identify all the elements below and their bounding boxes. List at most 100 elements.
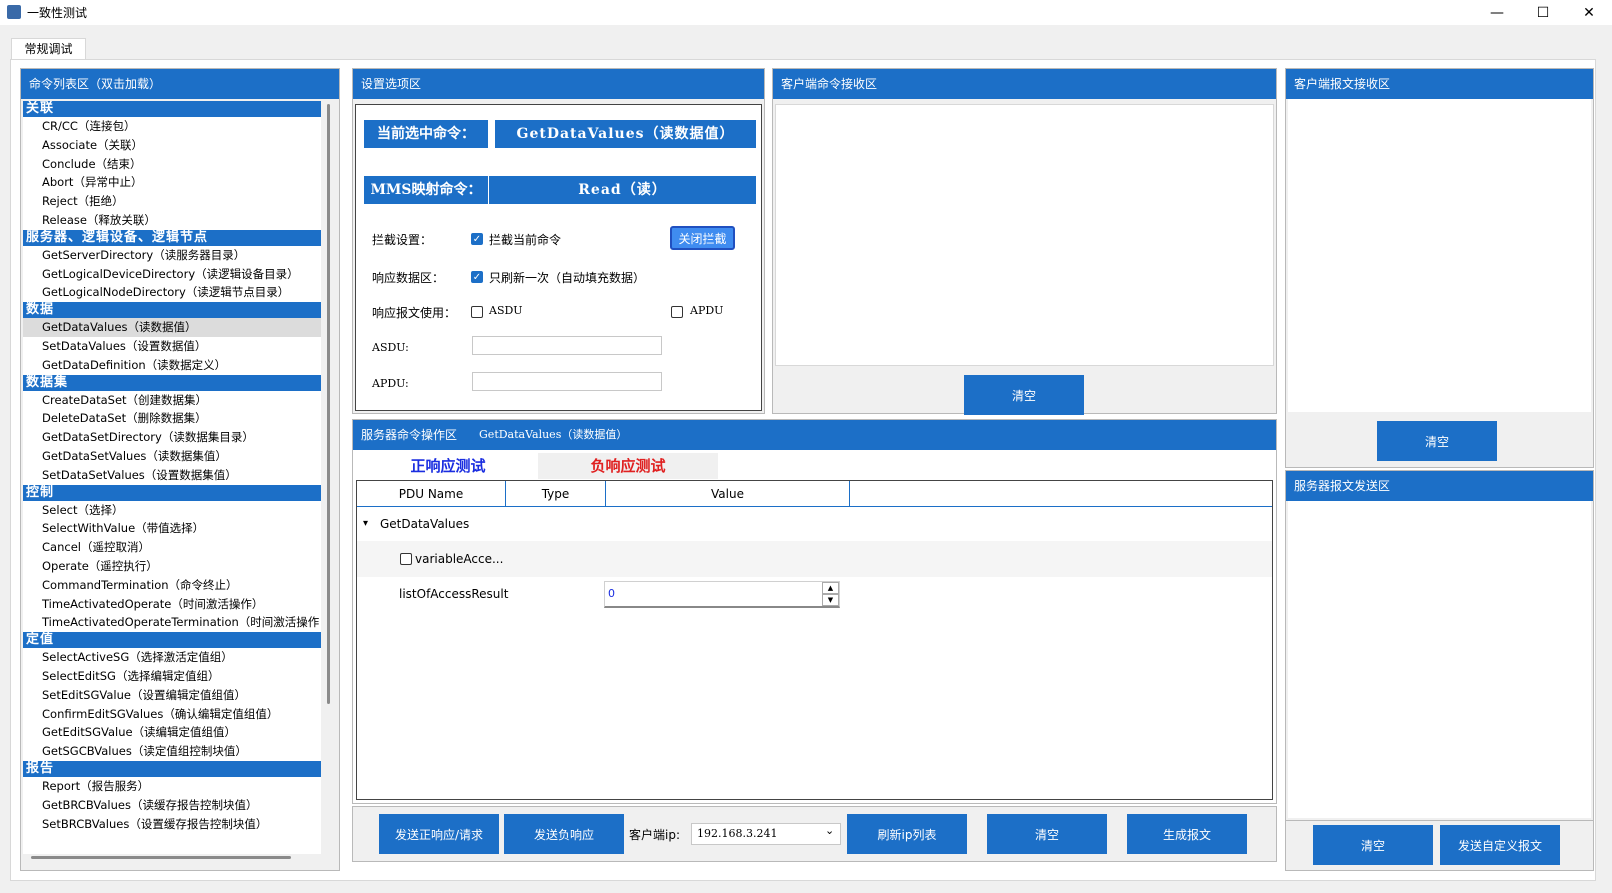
client-command-textarea[interactable] <box>775 104 1274 366</box>
command-list-item[interactable]: GetDataSetDirectory（读数据集目录） <box>23 428 321 447</box>
server-send-clear-button[interactable]: 清空 <box>1313 825 1433 865</box>
command-group-header: 服务器、逻辑设备、逻辑节点 <box>23 229 321 246</box>
asdu-checkbox-label: ASDU <box>489 304 523 317</box>
command-list-item[interactable]: SelectEditSG（选择编辑定值组） <box>23 667 321 686</box>
send-positive-response-button[interactable]: 发送正响应/请求 <box>379 814 499 854</box>
command-list-item[interactable]: DeleteDataSet（删除数据集） <box>23 409 321 428</box>
settings-title: 设置选项区 <box>353 69 764 99</box>
command-list-item[interactable]: Abort（异常中止） <box>23 173 321 192</box>
command-list-item[interactable]: TimeActivatedOperateTermination（时间激活操作 <box>23 613 321 632</box>
send-negative-response-button[interactable]: 发送负响应 <box>504 814 624 854</box>
command-list: 关联 CR/CC（连接包） Associate（关联） Conclude（结束） Abo… <box>23 101 321 854</box>
command-list-item[interactable]: GetLogicalDeviceDirectory（读逻辑设备目录） <box>23 265 321 284</box>
command-list-item[interactable]: SetEditSGValue（设置编辑定值组值） <box>23 686 321 705</box>
command-list-item[interactable]: Conclude（结束） <box>23 155 321 174</box>
command-list-item[interactable]: GetLogicalNodeDirectory（读逻辑节点目录） <box>23 283 321 302</box>
stepper-down-icon[interactable]: ▼ <box>822 594 839 606</box>
maximize-button[interactable]: ☐ <box>1520 0 1566 25</box>
client-message-textarea[interactable] <box>1288 99 1591 412</box>
command-list-item[interactable]: GetSGCBValues（读定值组控制块值） <box>23 742 321 761</box>
asdu-field-label: ASDU: <box>372 341 409 354</box>
command-list-item[interactable]: SetDataSetValues（设置数据集值） <box>23 466 321 485</box>
server-operation-button-bar: 发送正响应/请求 发送负响应 客户端ip: 192.168.3.241 ⌄ 刷新… <box>352 806 1277 862</box>
refresh-once-checkbox[interactable]: ✓ <box>471 271 483 283</box>
command-list-item[interactable]: TimeActivatedOperate（时间激活操作） <box>23 595 321 614</box>
command-list-item[interactable]: CreateDataSet（创建数据集） <box>23 391 321 410</box>
pdu-tree-table: PDU Name Type Value ▾ GetDataValues vari… <box>356 480 1273 800</box>
close-button[interactable]: ✕ <box>1566 0 1612 25</box>
command-list-item[interactable]: Associate（关联） <box>23 136 321 155</box>
command-list-item[interactable]: GetDataValues（读数据值） <box>23 318 321 337</box>
command-list-item[interactable]: SelectWithValue（带值选择） <box>23 519 321 538</box>
server-send-title: 服务器报文发送区 <box>1286 471 1593 501</box>
access-result-stepper[interactable] <box>604 581 840 608</box>
command-list-item[interactable]: CommandTermination（命令终止） <box>23 576 321 595</box>
apdu-checkbox[interactable] <box>671 306 683 318</box>
intercept-checkbox-label: 拦截当前命令 <box>489 233 562 247</box>
tab-positive-response[interactable]: 正响应测试 <box>358 453 538 479</box>
command-list-item[interactable]: GetDataSetValues（读数据集值） <box>23 447 321 466</box>
asdu-input[interactable] <box>472 336 662 355</box>
apdu-checkbox-label: APDU <box>690 304 724 317</box>
client-message-clear-button[interactable]: 清空 <box>1377 421 1497 461</box>
send-custom-message-button[interactable]: 发送自定义报文 <box>1440 825 1560 865</box>
column-value[interactable]: Value <box>606 481 850 507</box>
client-ip-value: 192.168.3.241 <box>697 827 778 840</box>
tab-general-debug[interactable]: 常规调试 <box>11 38 86 60</box>
vertical-scrollbar[interactable] <box>327 104 330 704</box>
command-group-header: 数据 <box>23 302 321 319</box>
tab-negative-response[interactable]: 负响应测试 <box>538 453 718 479</box>
command-list-item[interactable]: Operate（遥控执行） <box>23 557 321 576</box>
command-list-item[interactable]: Reject（拒绝） <box>23 192 321 211</box>
command-list-item[interactable]: GetServerDirectory（读服务器目录） <box>23 246 321 265</box>
command-list-item[interactable]: GetBRCBValues（读缓存报告控制块值） <box>23 796 321 815</box>
client-ip-label: 客户端ip: <box>629 828 680 842</box>
tree-root-getdatavalues[interactable]: GetDataValues <box>380 517 469 531</box>
command-list-item[interactable]: Release（释放关联） <box>23 211 321 230</box>
command-list-item[interactable]: Report（报告服务） <box>23 777 321 796</box>
generate-message-button[interactable]: 生成报文 <box>1127 814 1247 854</box>
stepper-up-icon[interactable]: ▲ <box>822 582 839 594</box>
access-result-value[interactable]: 0 <box>608 587 615 600</box>
horizontal-scrollbar[interactable] <box>31 856 291 859</box>
server-send-panel: 服务器报文发送区 清空 发送自定义报文 <box>1285 470 1594 871</box>
mms-command-label: MMS映射命令： <box>364 176 488 204</box>
title-bar <box>0 0 1612 25</box>
server-send-textarea[interactable] <box>1288 501 1591 818</box>
command-list-item[interactable]: ConfirmEditSGValues（确认编辑定值组值） <box>23 705 321 724</box>
command-list-item[interactable]: CR/CC（连接包） <box>23 117 321 136</box>
refresh-ip-list-button[interactable]: 刷新ip列表 <box>847 814 967 854</box>
command-list-item[interactable]: Select（选择） <box>23 501 321 520</box>
client-command-clear-button[interactable]: 清空 <box>964 375 1084 415</box>
column-type[interactable]: Type <box>506 481 606 507</box>
command-list-item[interactable]: SetBRCBValues（设置缓存报告控制块值） <box>23 815 321 834</box>
server-operation-panel: 服务器命令操作区 GetDataValues（读数据值） 正响应测试 负响应测试… <box>352 419 1277 804</box>
list-of-access-result-label: listOfAccessResult <box>399 587 509 601</box>
command-list-item[interactable]: Cancel（遥控取消） <box>23 538 321 557</box>
asdu-checkbox[interactable] <box>471 306 483 318</box>
variable-access-checkbox[interactable] <box>400 553 412 565</box>
tab-strip <box>0 25 1612 58</box>
command-list-item[interactable]: SelectActiveSG（选择激活定值组） <box>23 648 321 667</box>
expand-chevron-icon[interactable]: ▾ <box>363 518 368 529</box>
server-operation-clear-button[interactable]: 清空 <box>987 814 1107 854</box>
response-data-label: 响应数据区： <box>372 271 445 285</box>
server-operation-body: 正响应测试 负响应测试 PDU Name Type Value ▾ GetDat… <box>353 450 1276 803</box>
command-list-item[interactable]: GetDataDefinition（读数据定义） <box>23 356 321 375</box>
chevron-down-icon[interactable]: ⌄ <box>825 824 834 837</box>
command-group-header: 定值 <box>23 632 321 649</box>
close-intercept-button[interactable]: 关闭拦截 <box>670 226 735 250</box>
column-pdu-name[interactable]: PDU Name <box>357 481 506 507</box>
mms-command-value: Read（读） <box>489 176 756 204</box>
minimize-button[interactable]: — <box>1474 0 1520 25</box>
command-list-item[interactable]: SetDataValues（设置数据值） <box>23 337 321 356</box>
intercept-checkbox[interactable]: ✓ <box>471 233 483 245</box>
client-command-panel: 客户端命令接收区 清空 <box>772 68 1277 415</box>
command-list-item[interactable]: GetEditSGValue（读编辑定值组值） <box>23 723 321 742</box>
apdu-input[interactable] <box>472 372 662 391</box>
command-group-header: 数据集 <box>23 374 321 391</box>
app-icon <box>7 5 21 19</box>
server-operation-title: 服务器命令操作区 <box>361 428 458 442</box>
command-group-header: 报告 <box>23 760 321 777</box>
command-group-header: 关联 <box>23 101 321 117</box>
